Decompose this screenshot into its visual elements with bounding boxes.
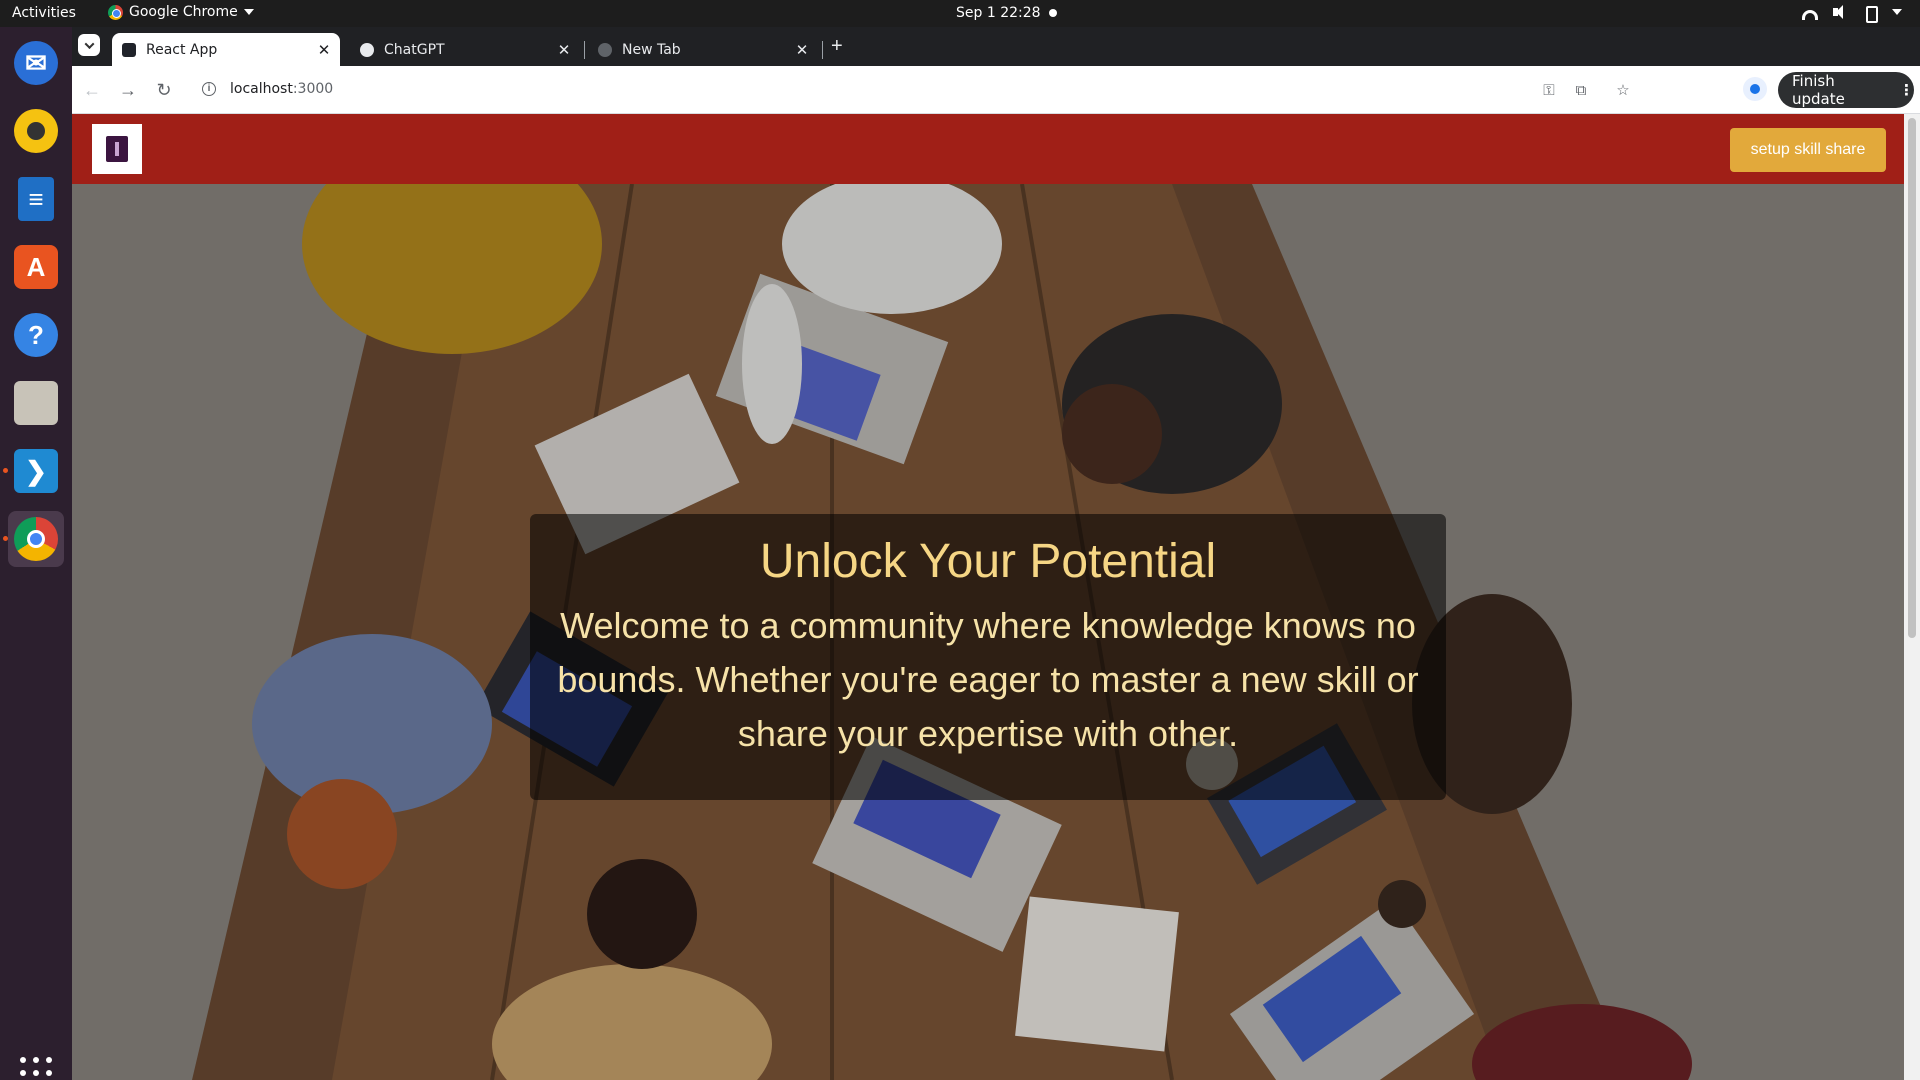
chevron-down-icon: [243, 9, 254, 15]
hero-section: Unlock Your Potential Welcome to a commu…: [72, 184, 1904, 1080]
dock-writer[interactable]: ≡: [8, 171, 64, 227]
react-icon: [122, 42, 136, 57]
tab-title: ChatGPT: [384, 41, 445, 58]
files-icon: [14, 381, 58, 425]
address-bar[interactable]: i localhost:3000 ⚿ ⧉: [190, 72, 1586, 108]
show-apps-grid-icon[interactable]: [20, 1057, 52, 1080]
site-navbar: setup skill share: [72, 114, 1904, 184]
chevron-down-icon: [84, 38, 94, 49]
chrome-icon: [14, 517, 58, 561]
key-icon[interactable]: ⚿: [1540, 82, 1558, 100]
tab-new-tab[interactable]: New Tab ✕: [588, 33, 818, 66]
dock-files[interactable]: [8, 375, 64, 431]
volume-icon: [1832, 4, 1848, 20]
dock-chrome[interactable]: [8, 511, 64, 567]
site-logo[interactable]: [92, 124, 142, 174]
finish-update-button[interactable]: Finish update ⋮: [1778, 72, 1914, 108]
dock: ✉ ≡ A ? ❯: [0, 27, 72, 1080]
hero-card: Unlock Your Potential Welcome to a commu…: [530, 514, 1446, 800]
info-icon[interactable]: i: [202, 82, 216, 96]
tab-chatgpt[interactable]: ChatGPT ✕: [350, 33, 580, 66]
back-arrow-icon[interactable]: ←: [80, 78, 104, 102]
tab-search-button[interactable]: [78, 34, 100, 56]
person-icon: [1750, 84, 1760, 94]
notification-dot: [1049, 9, 1057, 17]
close-icon[interactable]: ✕: [556, 41, 572, 59]
reload-icon[interactable]: ↻: [152, 78, 176, 102]
rhythmbox-icon: [14, 109, 58, 153]
dock-thunderbird[interactable]: ✉: [8, 35, 64, 91]
tab-react-app[interactable]: React App ✕: [112, 33, 340, 66]
vscode-icon: ❯: [14, 449, 58, 493]
dock-app-center[interactable]: A: [8, 239, 64, 295]
app-menu[interactable]: Google Chrome: [108, 4, 254, 20]
tab-divider: [584, 41, 585, 59]
wifi-icon: [1802, 10, 1818, 20]
activities-button[interactable]: Activities: [12, 5, 76, 21]
app-center-icon: A: [14, 245, 58, 289]
tab-title: React App: [146, 41, 218, 58]
page-viewport: setup skill share Unlock Your Potential …: [72, 114, 1904, 1080]
thunderbird-icon: ✉: [14, 41, 58, 85]
chrome-window: React App ✕ ChatGPT ✕ New Tab ✕ + ← → ↻ …: [72, 27, 1920, 1080]
close-icon[interactable]: ✕: [794, 41, 810, 59]
chevron-down-icon: [1892, 9, 1902, 15]
battery-icon: [1862, 4, 1878, 23]
browser-toolbar: ← → ↻ i localhost:3000 ⚿ ⧉ ☆ Finish upda…: [72, 66, 1920, 114]
page-scrollbar[interactable]: [1904, 114, 1920, 1080]
app-menu-label: Google Chrome: [129, 4, 238, 20]
finish-update-label: Finish update: [1792, 72, 1845, 108]
system-top-bar: Activities Google Chrome Sep 1 22:28: [0, 0, 1920, 27]
new-tab-plus-icon[interactable]: +: [831, 35, 843, 58]
libreoffice-writer-icon: ≡: [18, 177, 54, 221]
chatgpt-icon: [360, 42, 374, 57]
system-tray[interactable]: [1802, 4, 1902, 23]
more-vert-icon: ⋮: [1899, 81, 1914, 99]
dock-vscode[interactable]: ❯: [8, 443, 64, 499]
globe-icon: [598, 42, 612, 57]
scrollbar-thumb[interactable]: [1908, 118, 1916, 638]
tab-title: New Tab: [622, 41, 681, 58]
profile-avatar[interactable]: [1743, 77, 1767, 101]
clock[interactable]: Sep 1 22:28: [956, 5, 1041, 21]
hero-description: Welcome to a community where knowledge k…: [557, 605, 1419, 754]
forward-arrow-icon[interactable]: →: [116, 78, 140, 102]
tab-divider: [822, 41, 823, 59]
dock-rhythmbox[interactable]: [8, 103, 64, 159]
install-app-icon[interactable]: ⧉: [1572, 82, 1590, 100]
tab-strip: React App ✕ ChatGPT ✕ New Tab ✕ +: [72, 27, 1920, 66]
star-icon[interactable]: ☆: [1614, 82, 1632, 100]
setup-skill-share-button[interactable]: setup skill share: [1730, 128, 1886, 172]
url-text[interactable]: localhost:3000: [230, 81, 333, 97]
hero-title: Unlock Your Potential: [759, 535, 1217, 588]
chrome-icon: [108, 4, 123, 20]
logo-icon: [106, 136, 128, 162]
help-icon: ?: [14, 313, 58, 357]
close-icon[interactable]: ✕: [316, 41, 332, 59]
dock-help[interactable]: ?: [8, 307, 64, 363]
